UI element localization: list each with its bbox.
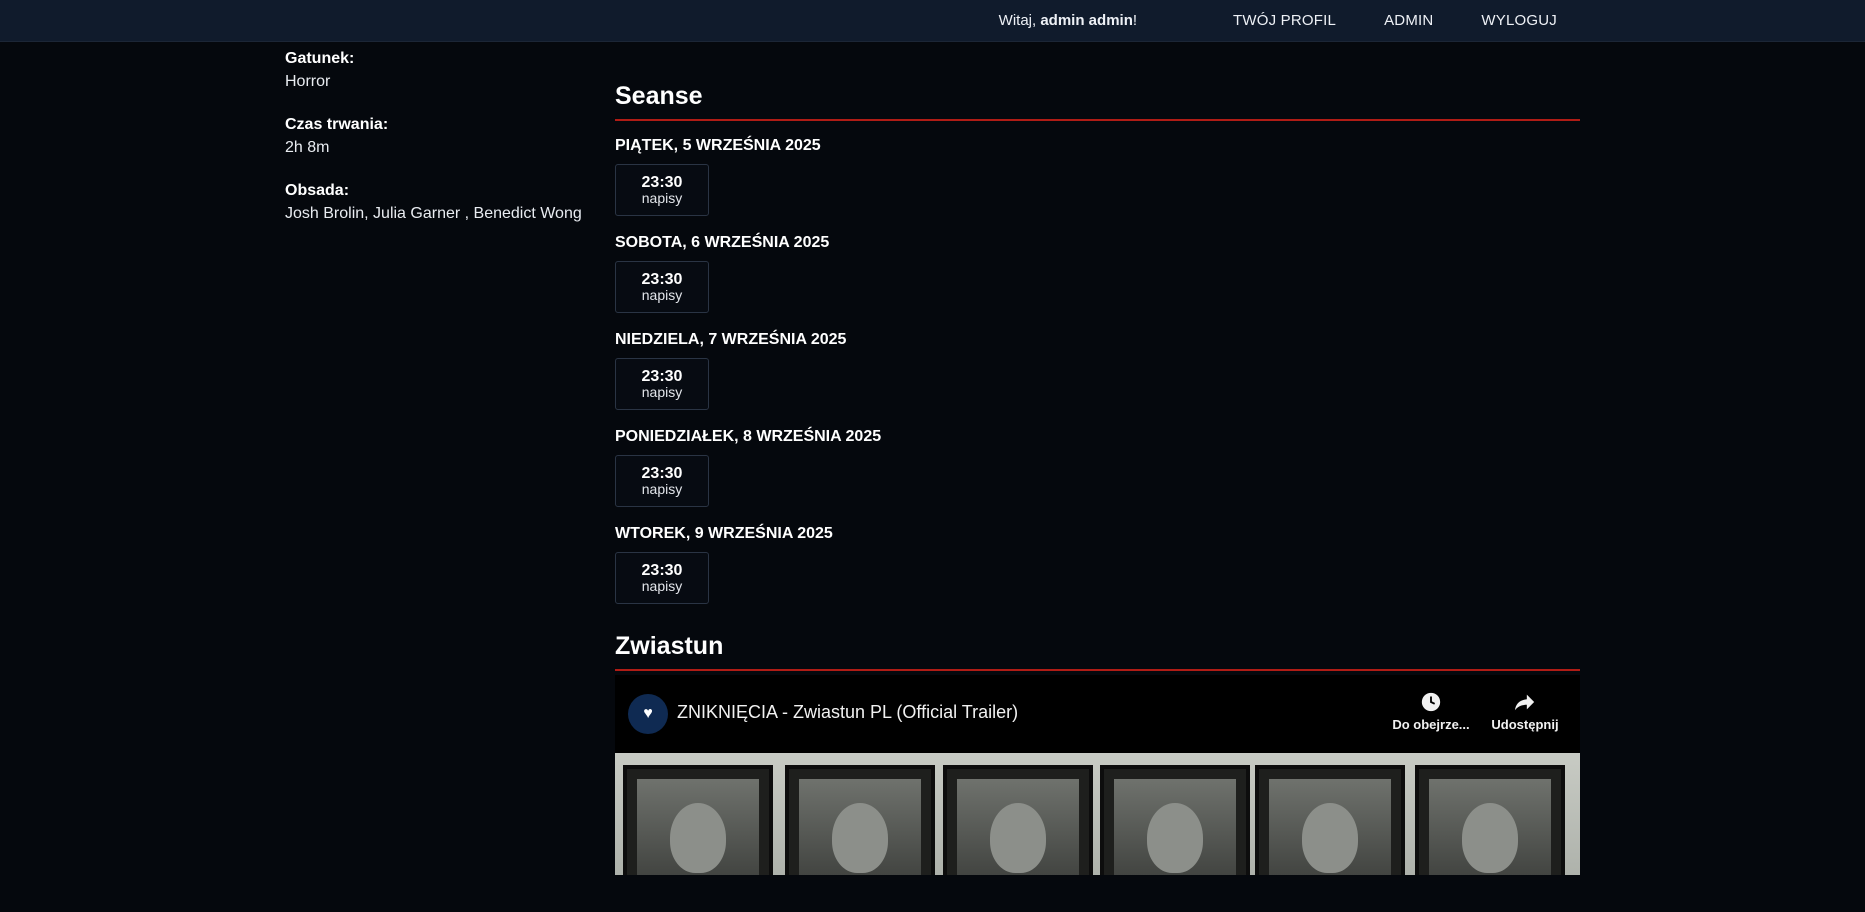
showtime-subtitle: napisy [641,287,683,303]
showtime-time: 23:30 [641,465,683,482]
showtime-subtitle: napisy [641,481,683,497]
trailer-video-player[interactable]: ♥ ZNIKNIĘCIA - Zwiastun PL (Official Tra… [615,675,1580,875]
showtime-subtitle: napisy [641,384,683,400]
photo-frame [943,765,1093,875]
share-arrow-icon [1514,694,1535,711]
photo-frame [1415,765,1565,875]
greeting-suffix: ! [1132,12,1138,29]
showtime-time: 23:30 [641,368,683,385]
genre-block: Gatunek: Horror [285,48,605,94]
showtime-subtitle: napisy [641,190,683,206]
trailer-title: Zwiastun [615,632,1580,671]
user-name: admin admin [1040,12,1133,29]
showing-day: PIĄTEK, 5 WRZEŚNIA 2025 23:30 napisy [615,137,1580,216]
watch-later-label: Do obejrze... [1392,717,1470,732]
genre-label: Gatunek: [285,50,355,67]
day-label: PIĄTEK, 5 WRZEŚNIA 2025 [615,137,821,154]
showtime-button[interactable]: 23:30 napisy [615,164,709,216]
showtime-button[interactable]: 23:30 napisy [615,455,709,507]
showtime-button[interactable]: 23:30 napisy [615,552,709,604]
photo-frame [785,765,935,875]
showing-day: PONIEDZIAŁEK, 8 WRZEŚNIA 2025 23:30 napi… [615,428,1580,507]
nav-profile-link[interactable]: TWÓJ PROFIL [1233,12,1336,29]
showings-list: PIĄTEK, 5 WRZEŚNIA 2025 23:30 napisy SOB… [615,137,1580,604]
share-button[interactable]: Udostępnij [1485,691,1565,732]
video-header: ♥ ZNIKNIĘCIA - Zwiastun PL (Official Tra… [615,675,1580,753]
main-content: Seanse PIĄTEK, 5 WRZEŚNIA 2025 23:30 nap… [615,82,1580,875]
nav-logout-link[interactable]: WYLOGUJ [1481,12,1557,29]
showtime-button[interactable]: 23:30 napisy [615,358,709,410]
day-label: SOBOTA, 6 WRZEŚNIA 2025 [615,234,830,251]
genre-value: Horror [285,73,331,90]
movie-details-sidebar: Gatunek: Horror Czas trwania: 2h 8m Obsa… [285,48,605,246]
photo-frame [1255,765,1405,875]
channel-logo[interactable]: ♥ [628,694,668,734]
showing-day: NIEDZIELA, 7 WRZEŚNIA 2025 23:30 napisy [615,331,1580,410]
top-navbar: Witaj, admin admin! TWÓJ PROFIL ADMIN WY… [0,0,1865,42]
cast-value: Josh Brolin, Julia Garner , Benedict Won… [285,205,582,222]
share-label: Udostępnij [1491,717,1559,732]
showing-day: SOBOTA, 6 WRZEŚNIA 2025 23:30 napisy [615,234,1580,313]
heart-icon: ♥ [643,705,653,722]
day-label: NIEDZIELA, 7 WRZEŚNIA 2025 [615,331,847,348]
showtime-subtitle: napisy [641,578,683,594]
cast-block: Obsada: Josh Brolin, Julia Garner , Bene… [285,180,605,226]
photo-frame [623,765,773,875]
watch-later-button[interactable]: Do obejrze... [1391,691,1471,732]
cast-label: Obsada: [285,182,350,199]
duration-value: 2h 8m [285,139,330,156]
showings-title: Seanse [615,82,1580,121]
clock-icon [1421,692,1441,712]
showing-day: WTOREK, 9 WRZEŚNIA 2025 23:30 napisy [615,525,1580,604]
nav-admin-link[interactable]: ADMIN [1384,12,1433,29]
showtime-time: 23:30 [641,271,683,288]
video-thumbnail[interactable] [615,753,1580,875]
day-label: PONIEDZIAŁEK, 8 WRZEŚNIA 2025 [615,428,882,445]
greeting: Witaj, admin admin! [999,12,1137,29]
greeting-prefix: Witaj, [998,12,1041,29]
video-title[interactable]: ZNIKNIĘCIA - Zwiastun PL (Official Trail… [677,702,1018,723]
showtime-time: 23:30 [641,562,683,579]
showtime-button[interactable]: 23:30 napisy [615,261,709,313]
photo-frame [1100,765,1250,875]
duration-block: Czas trwania: 2h 8m [285,114,605,160]
showtime-time: 23:30 [641,174,683,191]
day-label: WTOREK, 9 WRZEŚNIA 2025 [615,525,833,542]
duration-label: Czas trwania: [285,116,389,133]
